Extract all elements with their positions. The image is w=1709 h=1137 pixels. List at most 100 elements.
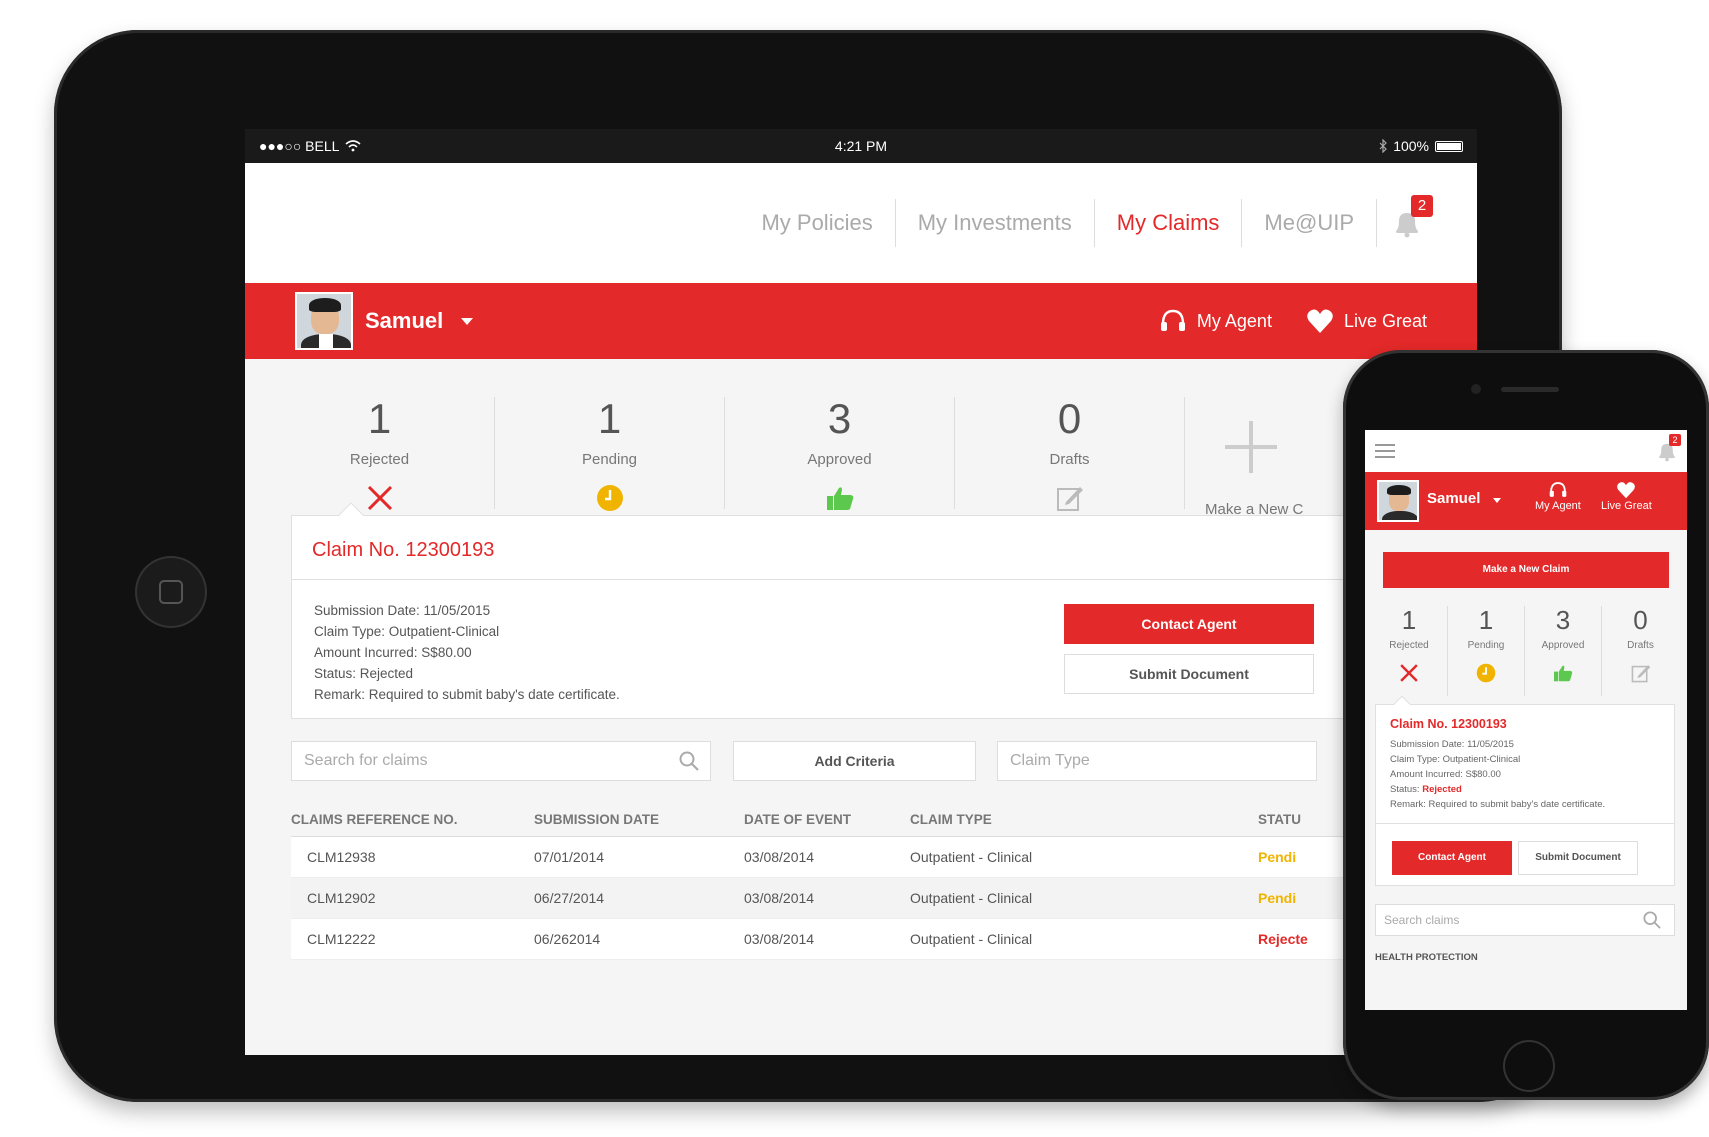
claim-title: Claim No. 12300193 (1390, 717, 1507, 731)
stat-count: 1 (597, 395, 622, 442)
table-header: CLAIMS REFERENCE NO. SUBMISSION DATE DAT… (291, 803, 1477, 837)
search-input[interactable] (291, 741, 711, 781)
stat-label: Drafts (1627, 640, 1654, 651)
carrier-label: ●●●○○ BELL (259, 138, 340, 154)
search-icon[interactable] (679, 751, 699, 771)
nav-my-investments[interactable]: My Investments (896, 199, 1095, 247)
table-row[interactable]: CLM12938 07/01/2014 03/08/2014 Outpatien… (291, 837, 1477, 878)
status-bar: ●●●○○ BELL 4:21 PM 100% (245, 129, 1477, 163)
claim-title: Claim No. 12300193 (292, 516, 1477, 580)
cell-submitted: 06/27/2014 (534, 890, 605, 906)
claim-stats: 1 Rejected 1 Pending (1371, 606, 1681, 696)
stat-count: 3 (1555, 605, 1571, 635)
stat-pending[interactable]: 1 Pending (1448, 606, 1525, 696)
table-row[interactable]: CLM12222 06/262014 03/08/2014 Outpatient… (291, 919, 1477, 960)
add-criteria-button[interactable]: Add Criteria (733, 741, 976, 781)
stat-count: 0 (1057, 395, 1082, 442)
stat-label: Rejected (1389, 640, 1429, 651)
stat-label: Pending (1467, 640, 1505, 651)
stat-count: 0 (1633, 605, 1648, 635)
phone-top-bar: 2 (1365, 430, 1687, 472)
claim-type-select[interactable]: Claim Type (997, 741, 1317, 781)
phone-screen: 2 Samuel My Agent Live Great Make a New … (1365, 430, 1687, 1010)
claim-remark: Remark: Required to submit baby's date c… (1390, 799, 1606, 810)
my-agent-link[interactable]: My Agent (1535, 480, 1581, 512)
profile-menu[interactable]: Samuel (295, 292, 474, 350)
phone-device: 2 Samuel My Agent Live Great Make a New … (1343, 350, 1709, 1100)
top-navigation: My Policies My Investments My Claims Me@… (245, 163, 1477, 283)
submission-date: Submission Date: 11/05/2015 (1390, 739, 1514, 750)
user-name[interactable]: Samuel (1427, 490, 1480, 507)
search-input[interactable] (1375, 904, 1675, 936)
claim-stats: 1 Rejected 1 Pending (245, 359, 1477, 539)
stat-drafts[interactable]: 0 Drafts (1602, 606, 1679, 696)
stat-label: Drafts (1049, 451, 1090, 468)
submit-document-button[interactable]: Submit Document (1064, 654, 1314, 694)
tablet-screen: ●●●○○ BELL 4:21 PM 100% My Policies My I… (245, 129, 1477, 1055)
contact-agent-button[interactable]: Contact Agent (1064, 604, 1314, 644)
status-time: 4:21 PM (834, 138, 888, 154)
stat-label: Pending (581, 451, 638, 468)
live-great-label: Live Great (1601, 500, 1652, 512)
notification-badge: 2 (1411, 195, 1433, 217)
caret-down-icon[interactable] (1493, 498, 1501, 503)
stat-count: 1 (367, 395, 392, 442)
contact-agent-button[interactable]: Contact Agent (1392, 841, 1512, 875)
status-value: Rejected (1422, 784, 1462, 795)
live-great-link[interactable]: Live Great (1306, 308, 1427, 334)
stat-label: Rejected (349, 451, 410, 468)
wifi-icon (345, 140, 361, 152)
my-agent-label: My Agent (1535, 500, 1581, 512)
caret-down-icon (461, 317, 474, 325)
phone-home-button[interactable] (1503, 1040, 1555, 1092)
stat-count: 1 (1401, 605, 1417, 635)
claims-table: CLAIMS REFERENCE NO. SUBMISSION DATE DAT… (291, 803, 1477, 960)
search-icon[interactable] (1643, 911, 1661, 929)
stat-rejected[interactable]: 1 Rejected (1371, 606, 1448, 696)
tablet-home-button[interactable] (135, 556, 207, 628)
column-header[interactable]: SUBMISSION DATE (534, 812, 744, 827)
stat-approved[interactable]: 3 Approved (725, 397, 955, 510)
nav-my-policies[interactable]: My Policies (739, 199, 896, 247)
my-agent-link[interactable]: My Agent (1159, 308, 1272, 334)
clock-icon (596, 485, 623, 511)
cell-ref: CLM12902 (307, 890, 376, 906)
make-new-claim-button[interactable]: Make a New Claim (1383, 552, 1669, 588)
status-left: ●●●○○ BELL (259, 138, 361, 154)
home-square-icon (159, 580, 183, 604)
column-header[interactable]: CLAIMS REFERENCE NO. (291, 812, 534, 827)
stat-approved[interactable]: 3 Approved (1525, 606, 1602, 696)
nav-my-claims[interactable]: My Claims (1095, 199, 1243, 247)
notification-button[interactable]: 2 (1377, 195, 1437, 247)
cell-event: 03/08/2014 (744, 849, 815, 865)
hamburger-menu-icon[interactable] (1375, 444, 1395, 462)
stat-label: Approved (1541, 640, 1585, 651)
speaker-grille (1501, 387, 1559, 392)
header-links: My Agent Live Great (1159, 308, 1427, 334)
column-header[interactable]: CLAIM TYPE (910, 812, 1258, 827)
phone-user-header: Samuel My Agent Live Great (1365, 472, 1687, 530)
live-great-link[interactable]: Live Great (1601, 480, 1652, 512)
table-row[interactable]: CLM12902 06/27/2014 03/08/2014 Outpatien… (291, 878, 1477, 919)
stat-pending[interactable]: 1 Pending (495, 395, 725, 511)
bluetooth-icon (1379, 139, 1388, 153)
search-row: Add Criteria Claim Type (291, 741, 1477, 781)
avatar (1377, 480, 1419, 522)
submit-document-button[interactable]: Submit Document (1518, 841, 1638, 875)
status-label: Status: (1390, 784, 1423, 795)
nav-me-uip[interactable]: Me@UIP (1242, 199, 1377, 247)
cell-submitted: 06/262014 (534, 931, 601, 947)
x-icon (1400, 664, 1418, 682)
claim-type: Claim Type: Outpatient-Clinical (1390, 754, 1521, 765)
cell-submitted: 07/01/2014 (534, 849, 605, 865)
stat-rejected[interactable]: 1 Rejected (265, 395, 495, 511)
heart-icon (1307, 309, 1333, 333)
user-name: Samuel (365, 308, 444, 333)
cell-type: Outpatient - Clinical (910, 890, 1033, 906)
cell-ref: CLM12938 (307, 849, 376, 865)
stat-drafts[interactable]: 0 Drafts (955, 395, 1185, 511)
cell-type: Outpatient - Clinical (910, 849, 1033, 865)
cell-event: 03/08/2014 (744, 931, 815, 947)
column-header[interactable]: DATE OF EVENT (744, 812, 910, 827)
edit-icon (1056, 487, 1083, 511)
